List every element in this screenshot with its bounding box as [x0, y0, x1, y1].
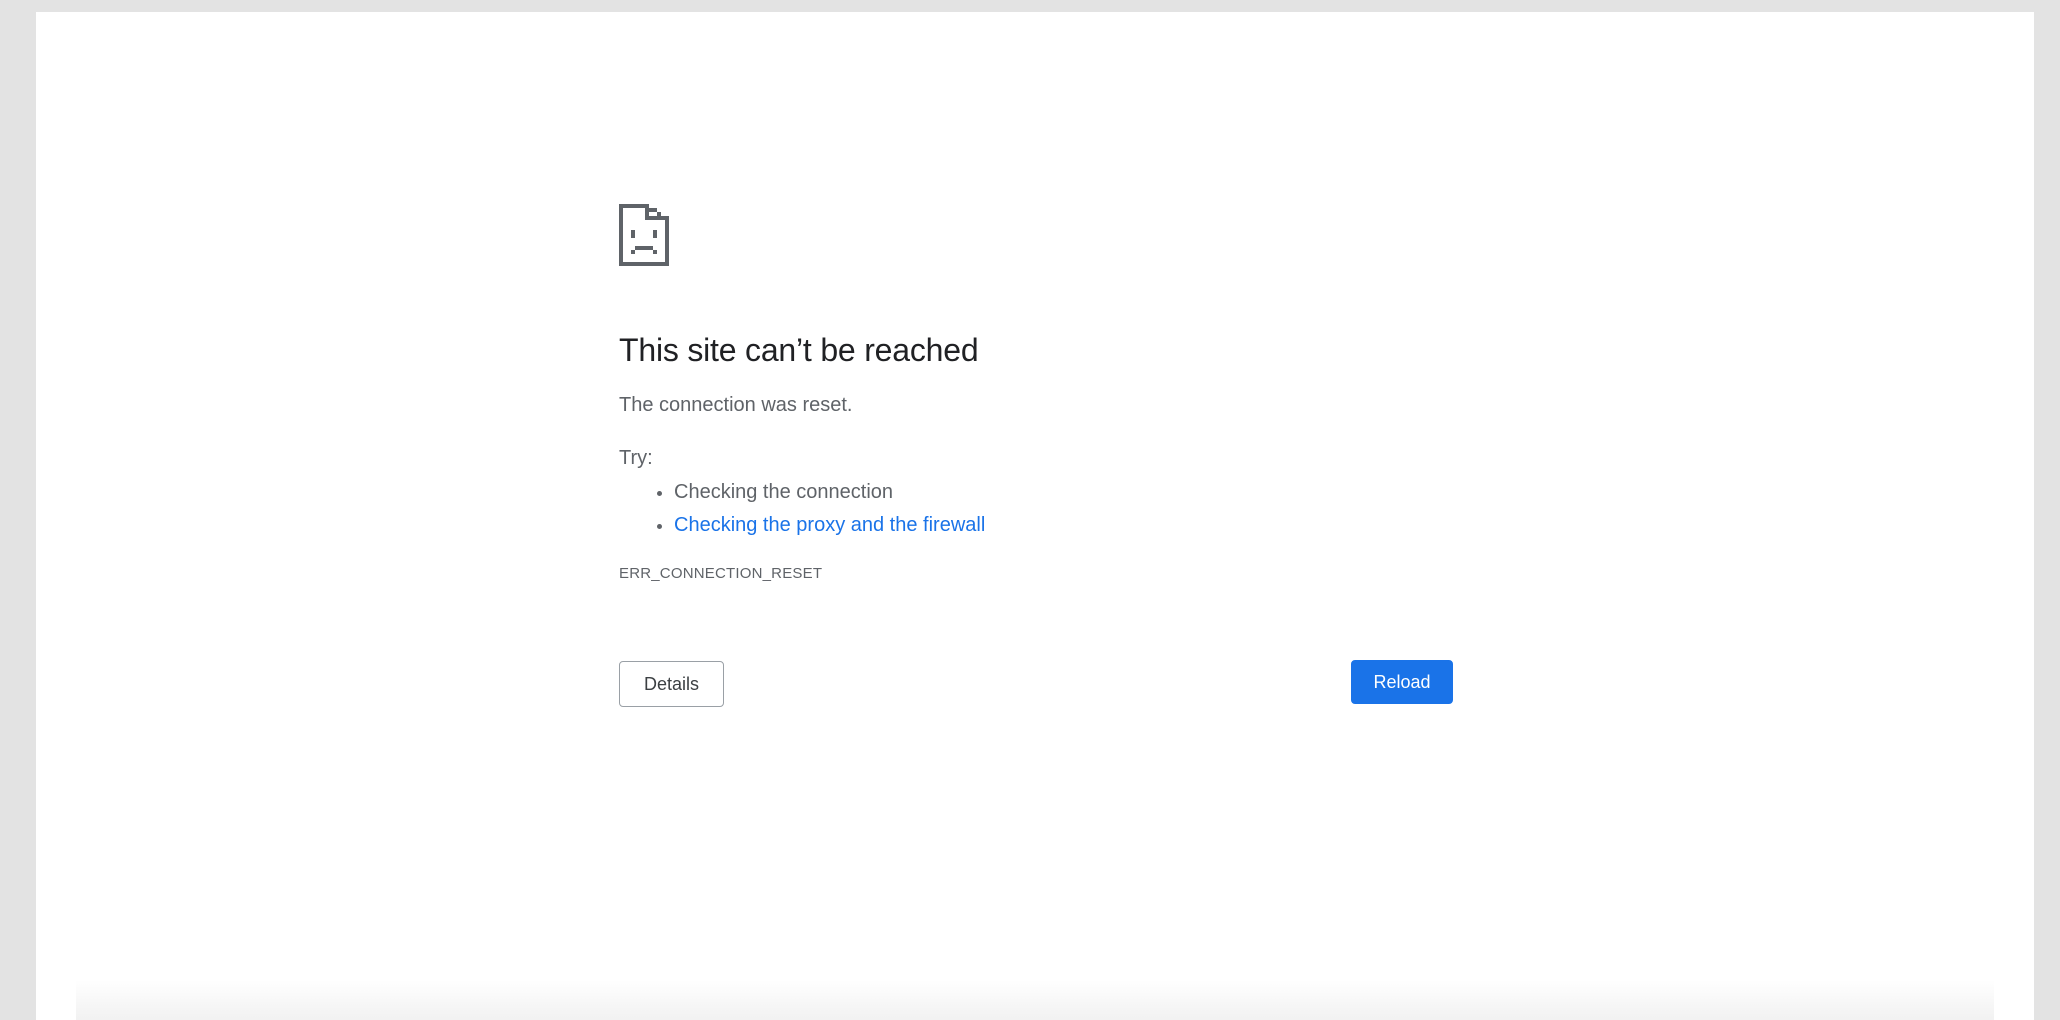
bottom-shadow [76, 980, 1994, 1020]
try-label: Try: [619, 447, 653, 469]
reload-button[interactable]: Reload [1351, 660, 1453, 704]
browser-content: This site can’t be reached The connectio… [36, 12, 2034, 1020]
button-row: Details Reload [619, 660, 1453, 708]
suggestion-item[interactable]: Checking the proxy and the firewall [674, 509, 1453, 542]
suggestions-list: Checking the connection Checking the pro… [619, 476, 1453, 542]
page-title: This site can’t be reached [619, 332, 979, 368]
suggestion-check-connection: Checking the connection [674, 481, 894, 503]
suggestion-item: Checking the connection [674, 476, 1453, 509]
proxy-firewall-link[interactable]: Checking the proxy and the firewall [674, 514, 985, 536]
error-container: This site can’t be reached The connectio… [619, 192, 1453, 708]
error-message: The connection was reset. [619, 394, 853, 416]
error-code: ERR_CONNECTION_RESET [619, 565, 823, 582]
details-button[interactable]: Details [619, 661, 724, 707]
sad-document-icon [619, 204, 669, 266]
